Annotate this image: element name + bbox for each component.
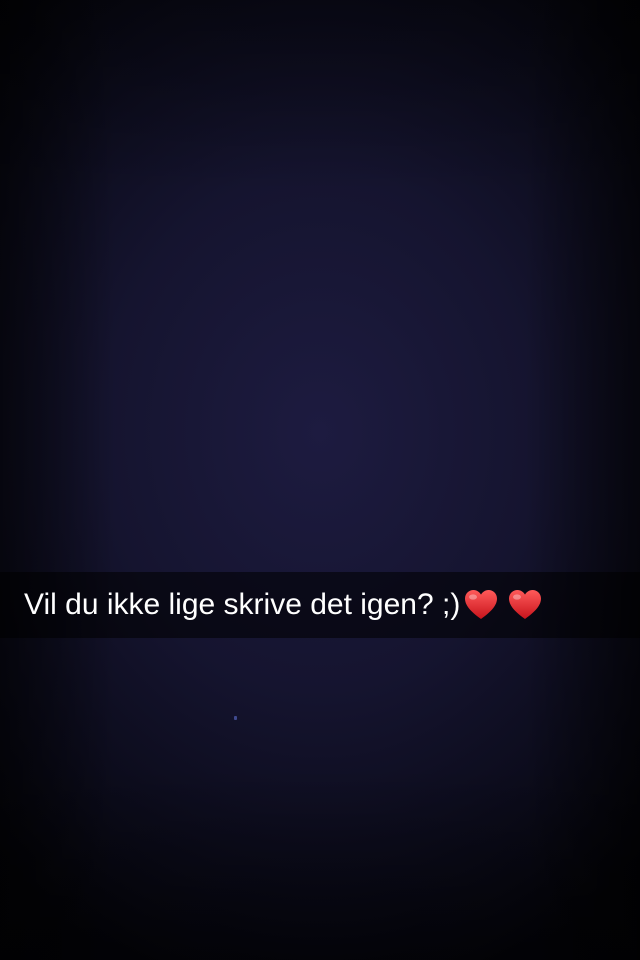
- heart-emoji-icon: [509, 590, 542, 619]
- snap-photo: Vil du ikke lige skrive det igen? ;): [0, 0, 640, 960]
- photo-light-speck: [234, 716, 237, 720]
- heart-emoji-icon: [465, 590, 498, 619]
- photo-vignette: [0, 0, 640, 960]
- caption-bar: Vil du ikke lige skrive det igen? ;): [0, 572, 640, 638]
- caption-text: Vil du ikke lige skrive det igen? ;): [24, 588, 461, 621]
- caption: Vil du ikke lige skrive det igen? ;): [24, 588, 542, 622]
